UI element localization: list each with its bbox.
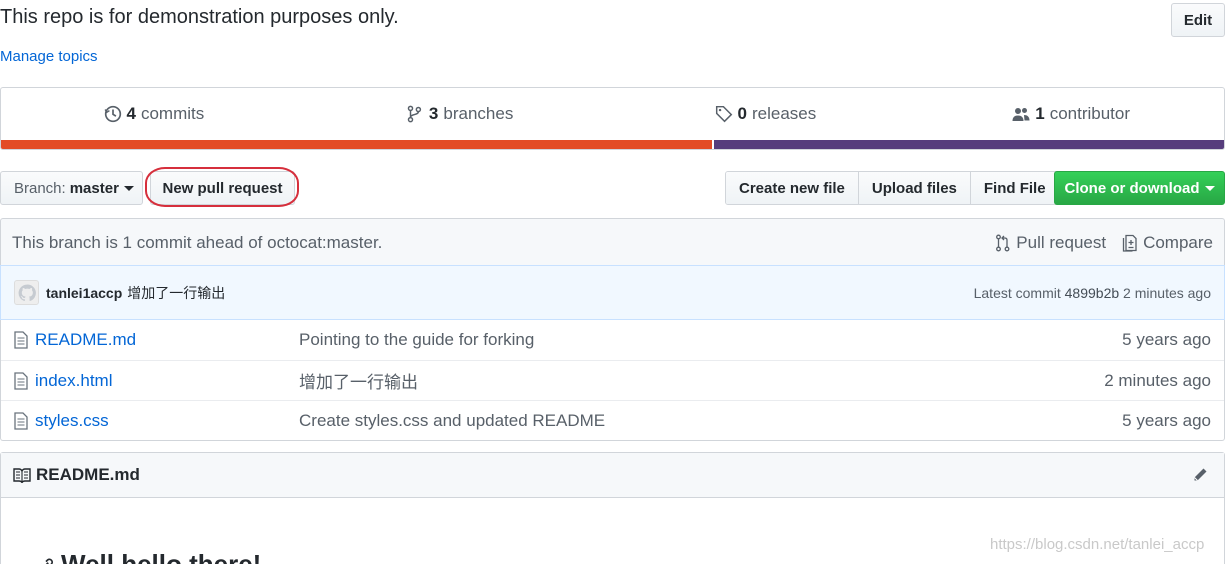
releases-link[interactable]: 0 releases [613, 88, 919, 140]
branches-count: 3 [428, 104, 439, 123]
git-branch-icon [407, 105, 422, 123]
book-icon [13, 468, 31, 483]
clone-label: Clone or download [1064, 179, 1200, 197]
commits-link[interactable]: 4 commits [1, 88, 307, 140]
pencil-icon[interactable] [1191, 467, 1209, 483]
create-new-file-button[interactable]: Create new file [726, 172, 859, 204]
tag-icon [715, 105, 732, 123]
edit-button[interactable]: Edit [1171, 3, 1225, 37]
commit-sha[interactable]: 4899b2b [1065, 285, 1120, 301]
language-segment-html [1, 140, 712, 149]
git-pull-request-icon [996, 234, 1010, 251]
commits-count: 4 [126, 104, 136, 123]
commit-message[interactable]: 增加了一行输出 [127, 283, 225, 303]
branch-name: master [69, 179, 119, 197]
commits-label: commits [140, 104, 205, 123]
branch-status-text: This branch is 1 commit ahead of octocat… [12, 232, 383, 252]
file-age: 5 years ago [1122, 410, 1211, 430]
table-row: README.md Pointing to the guide for fork… [1, 320, 1224, 360]
file-list: README.md Pointing to the guide for fork… [0, 320, 1225, 441]
caret-down-icon [123, 185, 134, 191]
file-name[interactable]: README.md [35, 330, 299, 350]
latest-commit-prefix: Latest commit [973, 284, 1061, 301]
file-age: 5 years ago [1122, 330, 1211, 349]
contributors-count: 1 [1035, 104, 1045, 123]
diff-icon [1122, 234, 1137, 252]
manage-topics-link[interactable]: Manage topics [0, 48, 98, 65]
avatar[interactable] [14, 280, 39, 305]
language-segment-css [711, 140, 1224, 149]
people-icon [1012, 108, 1030, 121]
readme-heading-text: Well hello there! [61, 549, 262, 564]
table-row: styles.css Create styles.css and updated… [1, 400, 1224, 440]
compare-label: Compare [1143, 232, 1213, 252]
file-name[interactable]: styles.css [35, 411, 299, 431]
new-pull-request-button[interactable]: New pull request [150, 171, 295, 205]
branch-status-bar: This branch is 1 commit ahead of octocat… [0, 218, 1225, 266]
branches-label: branches [443, 104, 514, 123]
file-commit-message[interactable]: Create styles.css and updated README [299, 411, 1122, 431]
latest-commit-bar: tanlei1accp 增加了一行输出 Latest commit 4899b2… [0, 265, 1225, 320]
contributors-label: contributor [1049, 104, 1131, 123]
releases-count: 0 [737, 104, 747, 123]
readme-filename: README.md [36, 465, 140, 484]
commit-author[interactable]: tanlei1accp [46, 285, 122, 301]
file-name[interactable]: index.html [35, 371, 299, 391]
file-icon [14, 331, 28, 349]
upload-files-button[interactable]: Upload files [858, 172, 971, 204]
file-commit-message[interactable]: 增加了一行输出 [299, 368, 1104, 393]
file-commit-message[interactable]: Pointing to the guide for forking [299, 330, 1122, 350]
branch-select-button[interactable]: Branch: master [0, 171, 143, 205]
github-octocat-icon [18, 284, 36, 301]
branches-link[interactable]: 3 branches [307, 88, 613, 140]
language-bar[interactable] [1, 140, 1224, 149]
history-icon [104, 105, 121, 123]
latest-commit-info: Latest commit 4899b2b 2 minutes ago [974, 285, 1211, 301]
find-file-button[interactable]: Find File [970, 172, 1059, 204]
branch-prefix: Branch: [14, 179, 66, 197]
file-icon [14, 371, 28, 390]
compare-link[interactable]: Compare [1122, 233, 1213, 253]
readme-header: README.md [1, 453, 1224, 498]
repo-summary: 4 commits 3 branches 0 releases 1 contri… [0, 87, 1225, 150]
file-icon [14, 411, 28, 430]
releases-label: releases [751, 104, 817, 123]
watermark: https://blog.csdn.net/tanlei_accp [990, 536, 1205, 553]
link-anchor-icon[interactable] [37, 556, 55, 564]
caret-down-icon [1204, 185, 1215, 191]
pull-request-link[interactable]: Pull request [995, 233, 1106, 253]
pull-request-label: Pull request [1016, 232, 1107, 252]
clone-or-download-button[interactable]: Clone or download [1054, 171, 1225, 205]
contributors-link[interactable]: 1 contributor [918, 88, 1224, 140]
file-age: 2 minutes ago [1104, 370, 1211, 390]
readme-heading: Well hello there! [37, 549, 261, 564]
commit-age: 2 minutes ago [1123, 284, 1211, 301]
table-row: index.html 增加了一行输出 2 minutes ago [1, 360, 1224, 400]
file-actions-group: Create new file Upload files Find File [725, 171, 1060, 205]
repo-description: This repo is for demonstration purposes … [0, 6, 399, 28]
